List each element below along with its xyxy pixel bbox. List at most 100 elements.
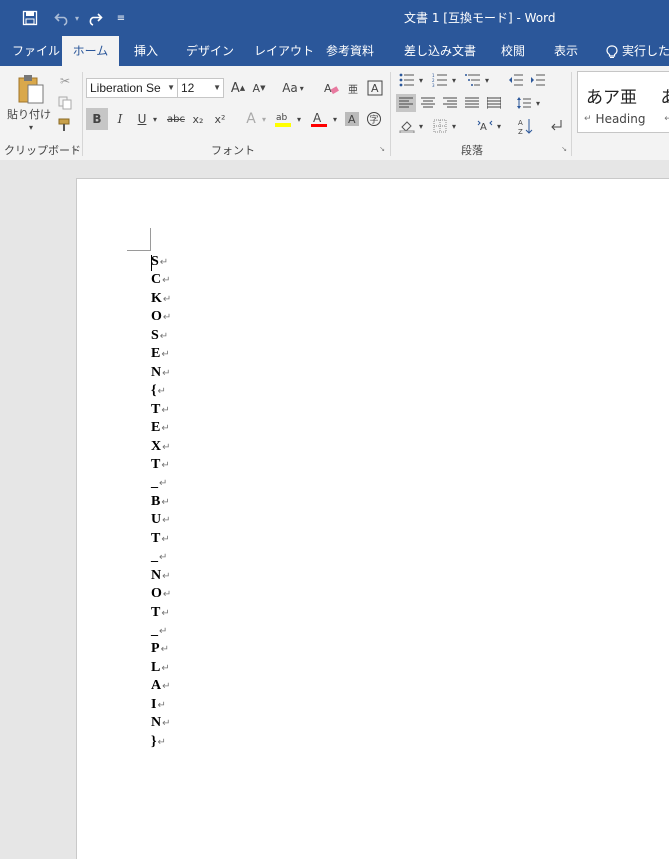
tab-file[interactable]: ファイル <box>12 36 60 66</box>
customize-qat-icon[interactable]: ≡ <box>114 0 128 36</box>
tab-references[interactable]: 参考資料 <box>326 36 374 66</box>
shading-dropdown-icon[interactable]: ▾ <box>417 117 425 135</box>
change-case-button[interactable]: Aa ▾ <box>278 79 308 97</box>
format-painter-icon[interactable] <box>56 116 74 134</box>
document-line[interactable]: E↵ <box>151 420 170 438</box>
increase-indent-icon[interactable] <box>527 71 549 89</box>
paragraph-launcher-icon[interactable]: ↘ <box>560 145 568 153</box>
paragraph-mark-icon: ↵ <box>160 644 169 656</box>
bullets-icon[interactable] <box>396 71 418 89</box>
strikethrough-button[interactable]: abc <box>164 108 188 130</box>
borders-icon[interactable] <box>429 117 451 135</box>
document-line[interactable]: K↵ <box>151 291 171 309</box>
character-border-icon[interactable]: A <box>366 79 384 97</box>
undo-dropdown-icon[interactable]: ▾ <box>72 0 82 36</box>
tell-me-search[interactable]: 実行したい <box>622 36 669 66</box>
document-line[interactable]: X↵ <box>151 439 171 457</box>
document-line[interactable]: L↵ <box>151 660 170 678</box>
document-line[interactable]: T↵ <box>151 531 170 549</box>
show-hide-marks-icon[interactable] <box>545 115 567 137</box>
document-line[interactable]: N↵ <box>151 568 171 586</box>
italic-button[interactable]: I <box>110 108 130 130</box>
bullets-dropdown-icon[interactable]: ▾ <box>417 71 425 89</box>
tab-mailings[interactable]: 差し込み文書 <box>404 36 476 66</box>
text-effects-icon[interactable]: A <box>242 108 260 130</box>
justify-icon[interactable] <box>462 94 482 112</box>
distributed-icon[interactable] <box>484 94 504 112</box>
phonetic-guide-icon[interactable]: 亜 <box>344 79 362 97</box>
document-line[interactable]: _↵ <box>151 623 167 641</box>
highlight-dropdown-icon[interactable]: ▾ <box>294 108 304 130</box>
tab-insert[interactable]: 挿入 <box>134 36 158 66</box>
document-line[interactable]: S↵ <box>151 254 168 272</box>
document-line[interactable]: N↵ <box>151 715 171 733</box>
document-line[interactable]: T↵ <box>151 457 170 475</box>
decrease-indent-icon[interactable] <box>505 71 527 89</box>
paste-icon[interactable] <box>14 72 48 106</box>
borders-dropdown-icon[interactable]: ▾ <box>450 117 458 135</box>
line-spacing-dropdown-icon[interactable]: ▾ <box>534 94 542 112</box>
paste-button-label[interactable]: 貼り付け <box>6 106 52 122</box>
tab-home[interactable]: ホーム <box>62 36 119 66</box>
clear-formatting-icon[interactable]: A <box>322 79 340 97</box>
line-spacing-icon[interactable] <box>513 94 535 112</box>
align-right-icon[interactable] <box>440 94 460 112</box>
tab-review[interactable]: 校閲 <box>501 36 525 66</box>
tab-design[interactable]: デザイン <box>186 36 234 66</box>
document-line[interactable]: }↵ <box>151 734 166 752</box>
copy-icon[interactable] <box>56 94 74 112</box>
cut-icon[interactable]: ✂ <box>56 72 74 90</box>
font-launcher-icon[interactable]: ↘ <box>378 145 386 153</box>
tab-layout[interactable]: レイアウト <box>254 36 314 66</box>
numbering-icon[interactable]: 123 <box>429 71 451 89</box>
text-effects-dropdown-icon[interactable]: ▾ <box>259 108 269 130</box>
document-line[interactable]: {↵ <box>151 383 166 401</box>
style-name[interactable]: ↵ Heading <box>584 111 645 127</box>
document-line[interactable]: T↵ <box>151 605 170 623</box>
superscript-button[interactable]: x² <box>210 108 230 130</box>
document-line[interactable]: A↵ <box>151 678 171 696</box>
font-size-combo[interactable]: 12 ▼ <box>177 78 224 98</box>
document-line[interactable]: O↵ <box>151 309 171 327</box>
font-color-icon[interactable]: A <box>308 108 330 130</box>
align-center-icon[interactable] <box>418 94 438 112</box>
save-icon[interactable] <box>18 0 42 36</box>
grow-font-icon[interactable]: A ▲ <box>229 79 247 97</box>
paragraph-shading-icon[interactable] <box>396 117 418 135</box>
paragraph-mark-icon: ↵ <box>162 589 172 601</box>
paste-dropdown-icon[interactable]: ▾ <box>24 122 38 132</box>
multilevel-dropdown-icon[interactable]: ▾ <box>483 71 491 89</box>
shrink-font-icon[interactable]: A ▼ <box>250 79 268 97</box>
undo-icon[interactable] <box>50 0 74 36</box>
align-left-icon[interactable] <box>396 94 416 112</box>
document-line[interactable]: _↵ <box>151 549 167 567</box>
asian-layout-icon[interactable]: A <box>474 117 496 135</box>
highlight-color-icon[interactable]: ab <box>272 108 294 130</box>
sort-icon[interactable]: AZ <box>514 115 536 137</box>
document-line[interactable]: S↵ <box>151 328 168 346</box>
underline-button[interactable]: U <box>132 108 152 130</box>
document-line[interactable]: _↵ <box>151 475 167 493</box>
document-line[interactable]: I↵ <box>151 697 166 715</box>
redo-icon[interactable] <box>84 0 106 36</box>
underline-dropdown-icon[interactable]: ▾ <box>150 108 160 130</box>
document-line[interactable]: E↵ <box>151 346 170 364</box>
multilevel-list-icon[interactable] <box>462 71 484 89</box>
character-shading-icon[interactable]: A <box>343 108 361 130</box>
document-line[interactable]: T↵ <box>151 402 170 420</box>
clipboard-launcher-icon[interactable]: ↘ <box>70 145 78 153</box>
font-color-dropdown-icon[interactable]: ▾ <box>330 108 340 130</box>
document-line[interactable]: C↵ <box>151 272 171 290</box>
subscript-button[interactable]: x₂ <box>188 108 208 130</box>
font-name-combo[interactable]: Liberation Se ▼ <box>86 78 178 98</box>
bold-button[interactable]: B <box>86 108 108 130</box>
document-line[interactable]: O↵ <box>151 586 171 604</box>
document-line[interactable]: U↵ <box>151 512 171 530</box>
document-line[interactable]: N↵ <box>151 365 171 383</box>
enclose-characters-icon[interactable]: 字 <box>364 108 384 130</box>
asian-layout-dropdown-icon[interactable]: ▾ <box>495 117 503 135</box>
numbering-dropdown-icon[interactable]: ▾ <box>450 71 458 89</box>
document-line[interactable]: P↵ <box>151 641 169 659</box>
document-line[interactable]: B↵ <box>151 494 170 512</box>
tab-view[interactable]: 表示 <box>554 36 578 66</box>
